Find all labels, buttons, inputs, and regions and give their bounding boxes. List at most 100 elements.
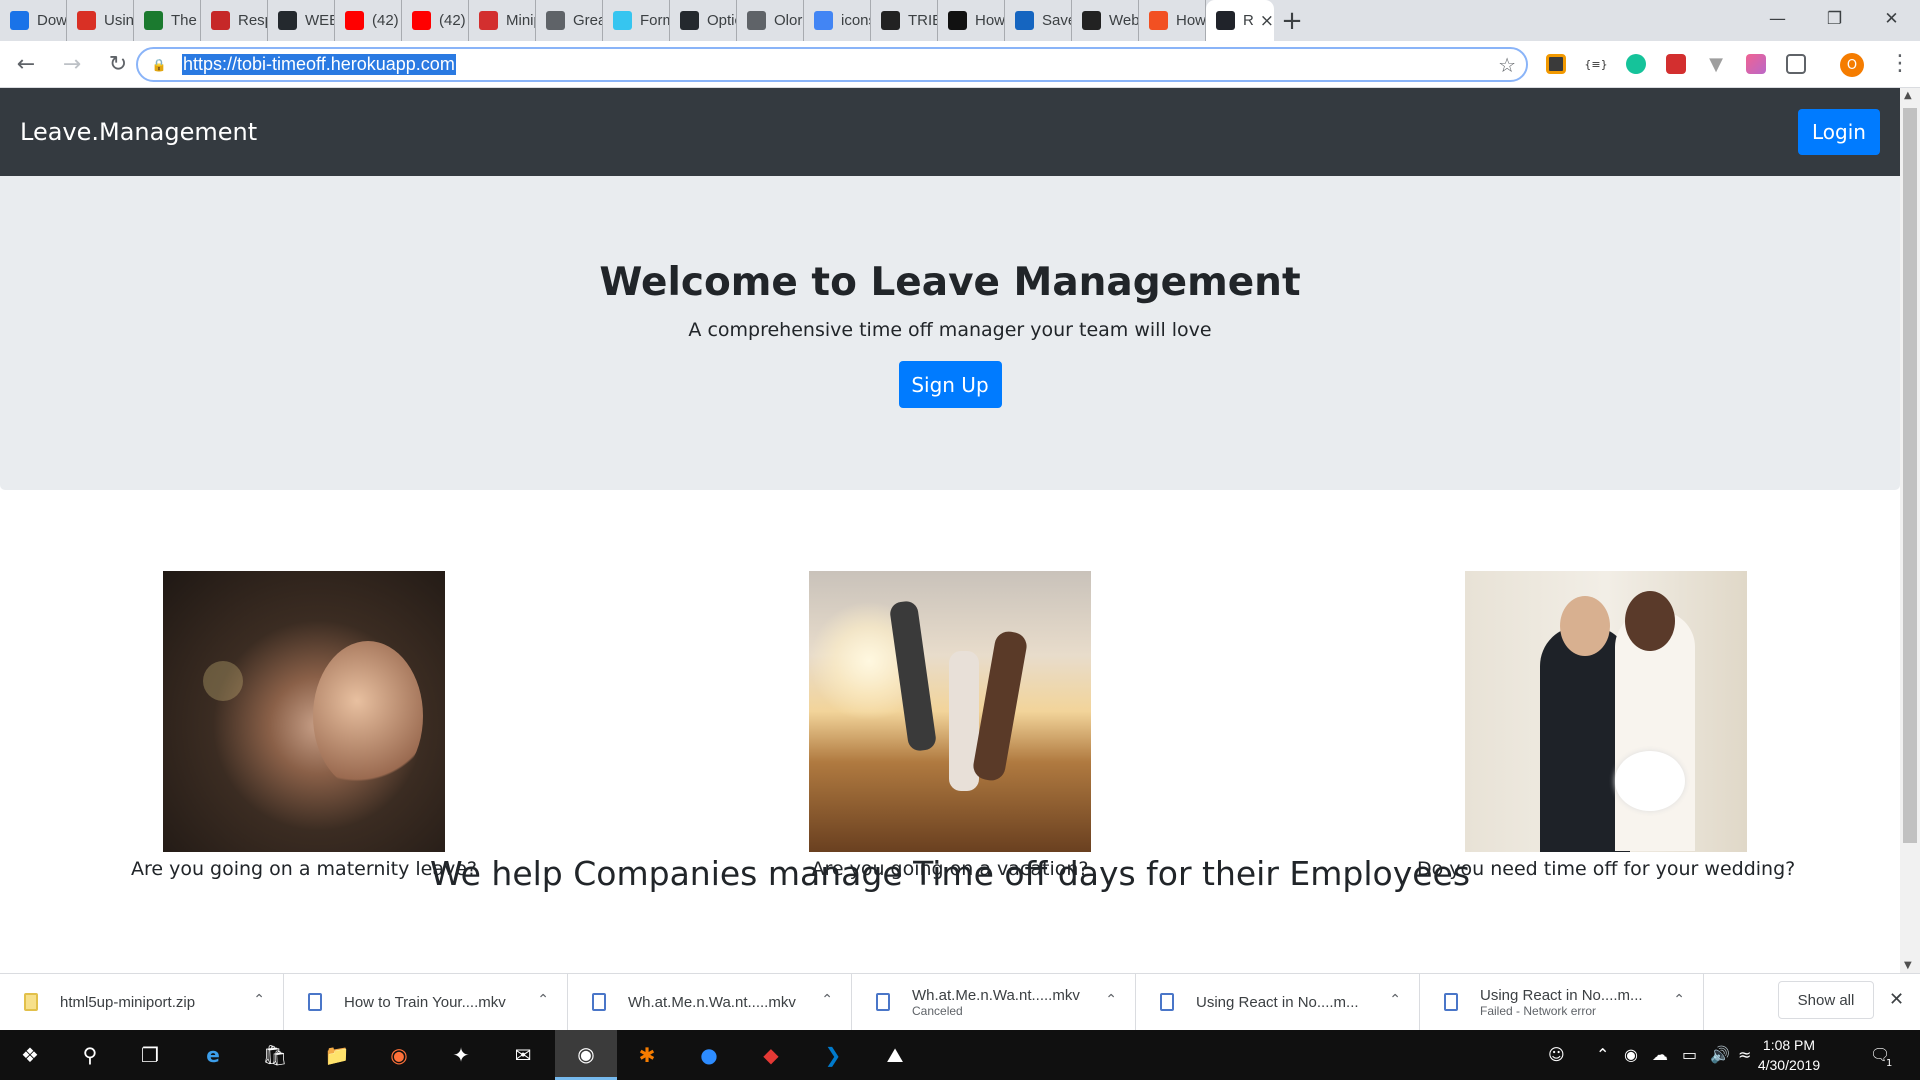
tray-chevron-icon[interactable]: ⌃ (1596, 1045, 1609, 1064)
vscode-icon[interactable]: ❯ (817, 1039, 849, 1071)
file-explorer-icon[interactable]: 📁 (321, 1039, 353, 1071)
profile-avatar[interactable]: O (1840, 53, 1864, 77)
search-icon[interactable]: ⚲ (74, 1039, 106, 1071)
reload-button[interactable]: ↻ (98, 44, 138, 84)
browser-tab[interactable]: Using (67, 0, 134, 41)
microsoft-icon (1149, 11, 1168, 30)
browser-tab[interactable]: Save (1005, 0, 1072, 41)
extension-icon[interactable] (1746, 54, 1766, 74)
people-icon[interactable]: ☺ (1548, 1045, 1565, 1064)
download-menu-chevron-icon[interactable]: ⌃ (1389, 992, 1401, 1008)
page-scrollbar[interactable]: ▲ ▼ (1900, 88, 1920, 973)
download-item[interactable]: html5up-miniport.zip ⌃ (0, 973, 284, 1031)
close-tab-icon[interactable]: × (1260, 11, 1274, 31)
browser-tab[interactable]: icons (804, 0, 871, 41)
browser-tab[interactable]: Optic (670, 0, 737, 41)
link-icon (1015, 11, 1034, 30)
download-menu-chevron-icon[interactable]: ⌃ (821, 992, 833, 1008)
chrome-taskbar-icon[interactable]: ◉ (555, 1030, 617, 1080)
shield-icon (211, 11, 230, 30)
forward-button[interactable]: → (52, 44, 92, 84)
edge-icon[interactable]: e (197, 1039, 229, 1071)
slack-icon[interactable]: ✦ (445, 1039, 477, 1071)
browser-tab[interactable]: R × (1206, 0, 1274, 41)
browser-tab[interactable]: How (938, 0, 1005, 41)
download-item[interactable]: How to Train Your....mkv ⌃ (284, 973, 568, 1031)
extension-icon[interactable] (1546, 54, 1566, 74)
json-viewer-icon[interactable]: {≡} (1584, 54, 1608, 74)
maximize-button[interactable]: ❐ (1806, 0, 1863, 38)
download-menu-chevron-icon[interactable]: ⌃ (537, 992, 549, 1008)
download-item[interactable]: Wh.at.Me.n.Wa.nt.....mkv ⌃ (568, 973, 852, 1031)
download-item[interactable]: Using React in No....m... Failed - Networ… (1420, 973, 1704, 1031)
google-icon (814, 11, 833, 30)
signup-button[interactable]: Sign Up (898, 361, 1002, 408)
hero-title: Welcome to Leave Management (599, 260, 1301, 305)
browser-tab[interactable]: The 1 (134, 0, 201, 41)
scrollbar-thumb[interactable] (1903, 108, 1917, 843)
close-window-button[interactable]: ✕ (1863, 0, 1920, 38)
show-all-downloads-button[interactable]: Show all (1778, 981, 1874, 1019)
clock-date: 4/30/2019 (1757, 1057, 1821, 1073)
battery-icon[interactable]: ▭ (1682, 1045, 1697, 1064)
store-icon[interactable]: 🛍 (259, 1039, 291, 1071)
vacation-image (809, 571, 1091, 852)
vue-devtools-icon[interactable]: ▼ (1706, 54, 1726, 75)
grammarly-icon[interactable] (1626, 54, 1646, 74)
download-filename: How to Train Your....mkv (344, 993, 506, 1011)
close-download-shelf-icon[interactable]: ✕ (1889, 989, 1904, 1010)
login-button[interactable]: Login (1798, 109, 1880, 155)
new-tab-button[interactable]: + (1274, 0, 1310, 41)
url-text[interactable]: https://tobi-timeoff.herokuapp.com (182, 54, 456, 75)
download-menu-chevron-icon[interactable]: ⌃ (253, 992, 265, 1008)
tab-title: Respo (238, 12, 267, 29)
download-item[interactable]: Using React in No....m... ⌃ (1136, 973, 1420, 1031)
extension-icon[interactable] (1666, 54, 1686, 74)
download-menu-chevron-icon[interactable]: ⌃ (1105, 992, 1117, 1008)
browser-menu-icon[interactable]: ⋮ (1889, 51, 1911, 76)
clock-time: 1:08 PM (1762, 1037, 1816, 1053)
page-viewport: Leave.Management Login Welcome to Leave … (0, 88, 1900, 973)
browser-tab[interactable]: (42) F (402, 0, 469, 41)
download-icon (10, 11, 29, 30)
browser-tab[interactable]: TRIBL (871, 0, 938, 41)
screenshot-icon[interactable] (1786, 54, 1806, 74)
app-asterisk-icon[interactable]: ✱ (631, 1039, 663, 1071)
tab-title: How (1176, 12, 1205, 29)
firefox-icon[interactable]: ◉ (383, 1039, 415, 1071)
zoom-icon[interactable]: ● (693, 1039, 725, 1071)
browser-tab[interactable]: WEBF (268, 0, 335, 41)
file-icon (1444, 993, 1458, 1011)
back-button[interactable]: ← (6, 44, 46, 84)
download-menu-chevron-icon[interactable]: ⌃ (1673, 992, 1685, 1008)
browser-tab[interactable]: How (1139, 0, 1206, 41)
browser-tab[interactable]: Form (603, 0, 670, 41)
address-bar[interactable]: 🔒 https://tobi-timeoff.herokuapp.com ☆ (136, 47, 1528, 82)
start-windows-icon[interactable]: ❖ (14, 1039, 46, 1071)
onedrive-cloud-icon[interactable]: ☁ (1652, 1045, 1668, 1064)
browser-tab[interactable]: Respo (201, 0, 268, 41)
browser-tab[interactable]: Down (0, 0, 67, 41)
taskbar-clock[interactable]: 1:08 PM 4/30/2019 (1754, 1035, 1824, 1075)
photos-icon[interactable]: ⛰ (879, 1039, 911, 1071)
bookmark-star-icon[interactable]: ☆ (1498, 53, 1516, 77)
minimize-button[interactable]: — (1749, 0, 1806, 38)
avast-icon[interactable]: ◉ (1624, 1045, 1638, 1064)
browser-tab[interactable]: Great (536, 0, 603, 41)
task-view-icon[interactable]: ❐ (134, 1039, 166, 1071)
browser-tab[interactable]: Minip (469, 0, 536, 41)
tab-title: R (1243, 12, 1254, 29)
browser-tab[interactable]: Webs (1072, 0, 1139, 41)
leave-types-section: Are you going on a maternity leave? Are … (0, 490, 1900, 910)
scroll-up-arrow-icon[interactable]: ▲ (1904, 90, 1912, 101)
volume-icon[interactable]: 🔊 (1710, 1045, 1730, 1064)
mail-icon[interactable]: ✉ (507, 1039, 539, 1071)
browser-tab[interactable]: Oloru (737, 0, 804, 41)
scroll-down-arrow-icon[interactable]: ▼ (1904, 960, 1912, 971)
wifi-icon[interactable]: ≈ (1738, 1045, 1751, 1064)
tab-title: Webs (1109, 12, 1138, 29)
site-brand[interactable]: Leave.Management (20, 118, 257, 146)
git-icon[interactable]: ◆ (755, 1039, 787, 1071)
browser-tab[interactable]: (42) F (335, 0, 402, 41)
download-item[interactable]: Wh.at.Me.n.Wa.nt.....mkv Canceled ⌃ (852, 973, 1136, 1031)
